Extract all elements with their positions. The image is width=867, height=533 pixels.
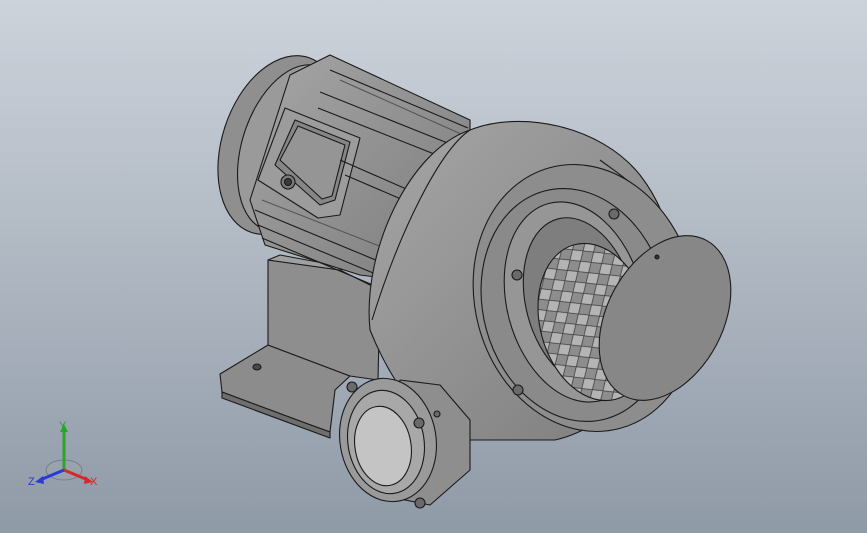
y-axis-label: Y — [59, 420, 67, 432]
x-axis-label: X — [90, 476, 98, 488]
flange-bolt — [511, 269, 523, 281]
flange-bolt — [608, 208, 620, 220]
z-axis-arrow — [35, 476, 44, 484]
flange-bolt — [512, 384, 524, 396]
model-canvas[interactable] — [0, 0, 867, 533]
graphics-viewport[interactable]: Y X Z — [0, 0, 867, 533]
flange-bolt — [413, 417, 425, 429]
flange-bolt — [414, 497, 426, 509]
z-axis-label: Z — [28, 476, 35, 488]
view-orientation-triad[interactable]: Y X Z — [22, 418, 112, 498]
flange-bolt — [346, 381, 358, 393]
triad-graphic — [35, 424, 93, 484]
mounting-hole — [252, 363, 262, 371]
